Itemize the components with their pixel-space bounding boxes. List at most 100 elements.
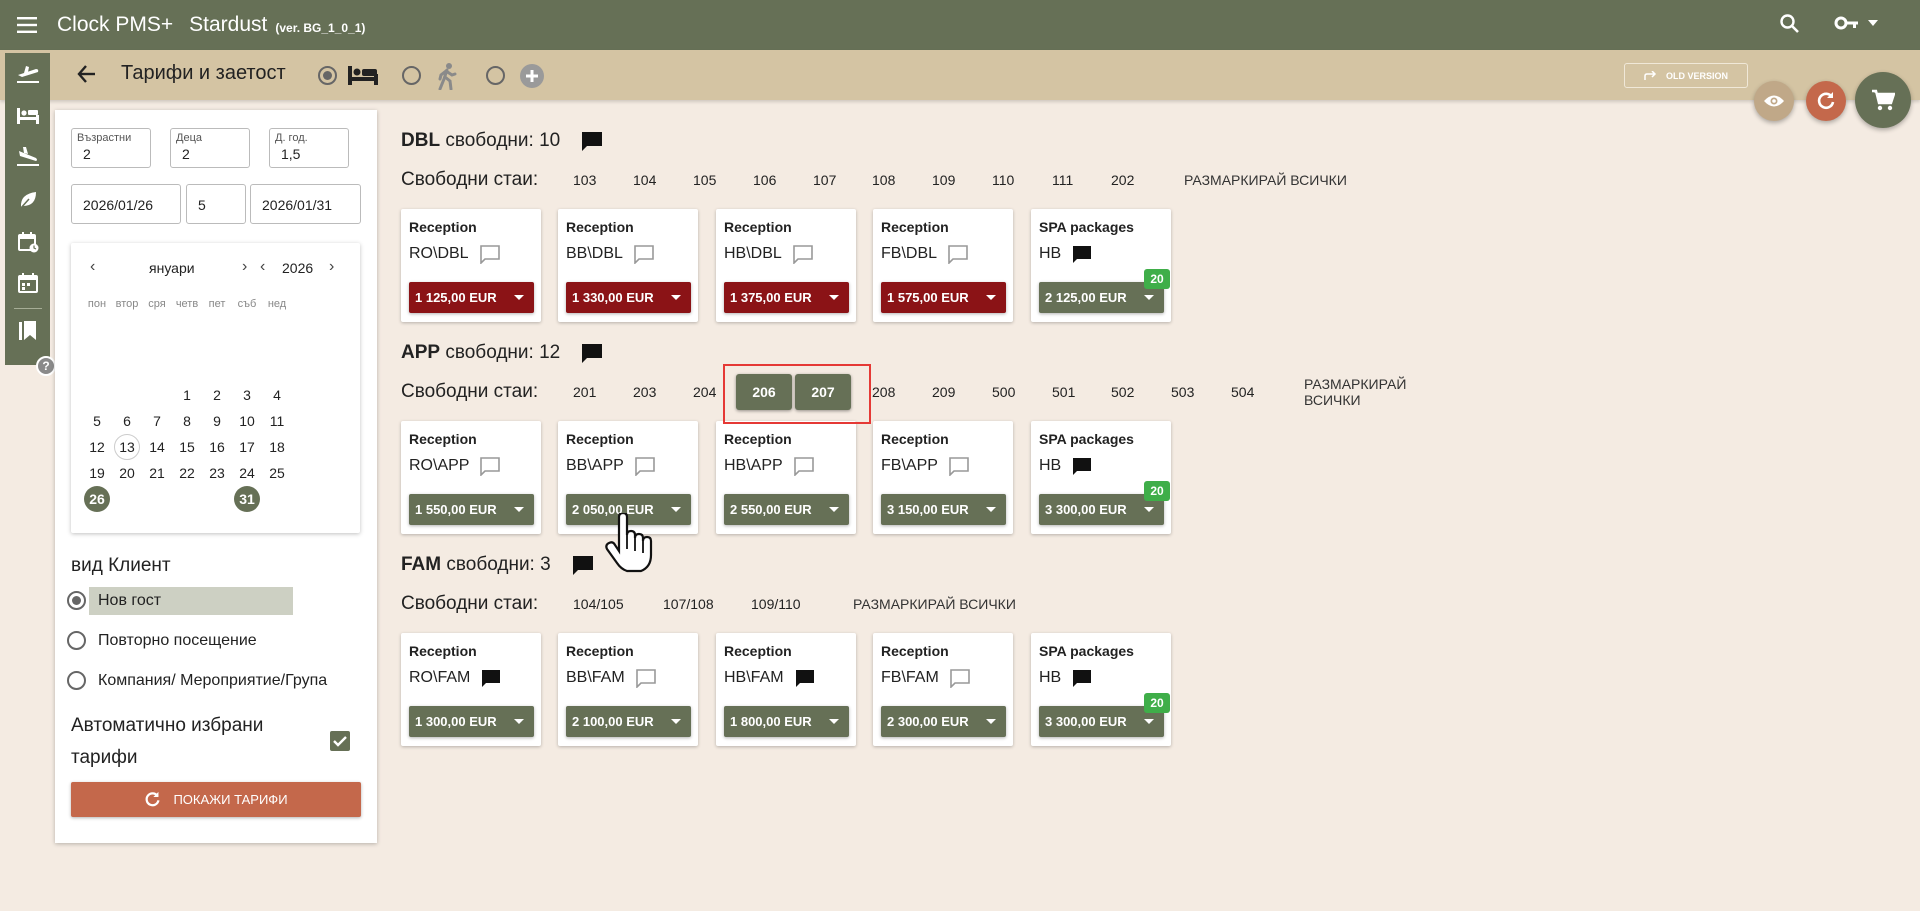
price-dropdown-button[interactable]: 1 125,00 EUR (409, 282, 534, 313)
show-rates-button[interactable]: ПОКАЖИ ТАРИФИ (71, 782, 361, 817)
calendar-day[interactable]: 7 (144, 408, 170, 434)
calendar-year[interactable]: 2026 (282, 260, 313, 276)
price-dropdown-button[interactable]: 2 550,00 EUR (724, 494, 849, 525)
user-key-menu[interactable] (1834, 13, 1878, 33)
next-month-icon[interactable]: › (242, 258, 247, 276)
price-dropdown-button[interactable]: 1 330,00 EUR (566, 282, 691, 313)
price-dropdown-button[interactable]: 1 575,00 EUR (881, 282, 1006, 313)
calendar-day[interactable]: 26 (84, 486, 110, 512)
search-icon[interactable] (1778, 12, 1802, 36)
calendar-day[interactable]: 30 (204, 486, 230, 512)
calendar-day[interactable]: 6 (114, 408, 140, 434)
comment-icon[interactable] (793, 456, 815, 476)
client-type-new-guest[interactable]: Нов гост (67, 591, 161, 610)
refresh-button[interactable] (1806, 81, 1846, 121)
room-number[interactable]: 110 (992, 165, 1014, 195)
room-number[interactable]: 105 (693, 165, 716, 195)
calendar-day[interactable]: 15 (174, 434, 200, 460)
auto-rates-checkbox[interactable] (330, 731, 350, 751)
room-number[interactable]: 107 (813, 165, 836, 195)
comment-icon[interactable] (633, 244, 655, 264)
calendar-day[interactable]: 11 (264, 408, 290, 434)
comment-icon[interactable] (949, 668, 971, 688)
room-number[interactable]: 108 (872, 165, 895, 195)
room-number[interactable]: 208 (872, 377, 895, 407)
calendar-clock-icon[interactable] (15, 229, 41, 255)
calendar-day[interactable]: 25 (264, 460, 290, 486)
message-icon[interactable] (580, 342, 604, 364)
price-dropdown-button[interactable]: 2 300,00 EUR (881, 706, 1006, 737)
room-number[interactable]: 201 (573, 377, 596, 407)
calendar-day[interactable]: 1 (174, 382, 200, 408)
calendar-day[interactable]: 9 (204, 408, 230, 434)
room-number[interactable]: 111 (1052, 165, 1073, 195)
comment-icon[interactable] (1071, 668, 1093, 688)
calendar-day[interactable]: 8 (174, 408, 200, 434)
calendar-day[interactable]: 16 (204, 434, 230, 460)
adults-field[interactable]: Възрастни 2 (71, 128, 151, 168)
room-number[interactable]: 501 (1052, 377, 1075, 407)
comment-icon[interactable] (479, 456, 501, 476)
calendar-day[interactable]: 3 (234, 382, 260, 408)
calendar-month[interactable]: януари (149, 260, 195, 276)
room-number[interactable]: 103 (573, 165, 596, 195)
calendar-day[interactable]: 13 (114, 434, 140, 460)
room-number[interactable]: 104 (633, 165, 656, 195)
comment-icon[interactable] (635, 668, 657, 688)
calendar-day[interactable]: 31 (234, 486, 260, 512)
comment-icon[interactable] (1071, 244, 1093, 264)
unmark-all-button[interactable]: РАЗМАРКИРАЙ ВСИЧКИ (1304, 376, 1406, 408)
comment-icon[interactable] (1071, 456, 1093, 476)
departure-plane-icon[interactable] (15, 61, 41, 87)
comment-icon[interactable] (480, 668, 502, 688)
mode-radio-accommodation[interactable] (318, 66, 337, 85)
room-number[interactable]: 503 (1171, 377, 1194, 407)
calendar-day[interactable]: 12 (84, 434, 110, 460)
bed-rail-icon[interactable] (15, 103, 41, 129)
room-number[interactable]: 204 (693, 377, 716, 407)
comment-icon[interactable] (479, 244, 501, 264)
room-number[interactable]: 502 (1111, 377, 1134, 407)
calendar-day[interactable]: 29 (174, 486, 200, 512)
calendar-day[interactable]: 20 (114, 460, 140, 486)
price-dropdown-button[interactable]: 1 800,00 EUR (724, 706, 849, 737)
price-dropdown-button[interactable]: 1 375,00 EUR (724, 282, 849, 313)
calendar-icon[interactable] (15, 270, 41, 296)
calendar-day[interactable]: 14 (144, 434, 170, 460)
calendar-day[interactable]: 22 (174, 460, 200, 486)
calendar-day[interactable]: 4 (264, 382, 290, 408)
calendar-day[interactable]: 21 (144, 460, 170, 486)
calendar-day[interactable]: 23 (204, 460, 230, 486)
room-number[interactable]: 109 (932, 165, 955, 195)
comment-icon[interactable] (794, 668, 816, 688)
comment-icon[interactable] (634, 456, 656, 476)
price-dropdown-button[interactable]: 2 100,00 EUR (566, 706, 691, 737)
departure-date-field[interactable]: 2026/01/31 (250, 184, 361, 224)
bookmarks-icon[interactable] (15, 318, 41, 344)
room-number[interactable]: 109/110 (751, 589, 801, 619)
message-icon[interactable] (571, 554, 595, 576)
prev-month-icon[interactable]: ‹ (90, 258, 95, 276)
prev-year-icon[interactable]: ‹ (260, 258, 265, 276)
view-eye-button[interactable] (1754, 81, 1794, 121)
calendar-day[interactable]: 10 (234, 408, 260, 434)
calendar-day[interactable]: 18 (264, 434, 290, 460)
comment-icon[interactable] (792, 244, 814, 264)
room-number[interactable]: 107/108 (663, 589, 714, 619)
calendar-day[interactable]: 5 (84, 408, 110, 434)
unmark-all-button[interactable]: РАЗМАРКИРАЙ ВСИЧКИ (1184, 165, 1347, 195)
price-dropdown-button[interactable]: 3 150,00 EUR (881, 494, 1006, 525)
message-icon[interactable] (580, 130, 604, 152)
mode-radio-walkin[interactable] (402, 66, 421, 85)
price-dropdown-button[interactable]: 1 550,00 EUR (409, 494, 534, 525)
calendar-day[interactable]: 27 (114, 486, 140, 512)
comment-icon[interactable] (948, 456, 970, 476)
leaf-icon[interactable] (15, 187, 41, 213)
calendar-day[interactable]: 19 (84, 460, 110, 486)
client-type-returning[interactable]: Повторно посещение (67, 631, 257, 650)
mode-radio-extras[interactable] (486, 66, 505, 85)
unmark-all-button[interactable]: РАЗМАРКИРАЙ ВСИЧКИ (853, 589, 1016, 619)
room-number[interactable]: 209 (932, 377, 955, 407)
room-number[interactable]: 504 (1231, 377, 1254, 407)
next-year-icon[interactable]: › (329, 258, 334, 276)
